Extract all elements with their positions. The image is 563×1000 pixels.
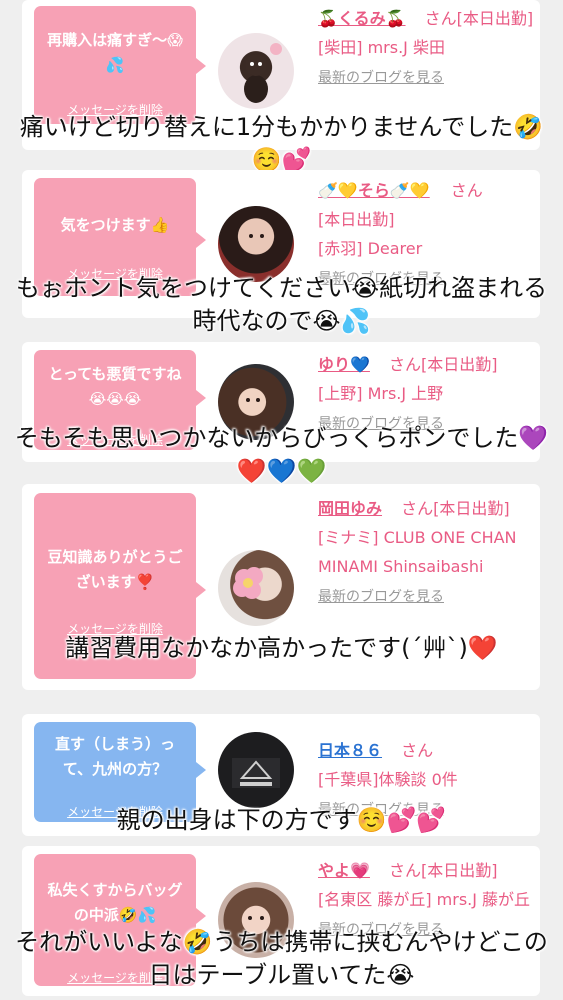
work-status: [本日出勤]: [318, 210, 395, 229]
shop-name[interactable]: [千葉県]体験談 0件: [318, 770, 458, 789]
message-text: 豆知識ありがとうございます❣️: [47, 548, 183, 591]
caption-overlay: 痛いけど切り替えに1分もかかりませんでした🤣☺️💕: [19, 113, 544, 174]
bubble-tail: [196, 582, 206, 598]
tshirt-photo-icon: [232, 758, 280, 788]
caption-overlay: そもそも思いつかないからびっくらポンでした💜❤️💙💚: [14, 424, 549, 485]
dog-photo-icon: [244, 43, 282, 103]
message-text: とっても悪質ですね😭😭😭: [48, 365, 182, 408]
avatar[interactable]: [218, 206, 294, 282]
bubble-tail: [196, 232, 206, 248]
sender-name-link[interactable]: 🍼💛そら🍼💛: [318, 181, 430, 200]
sender-info: 🍒くるみ🍒 さん[本日出勤] [柴田] mrs.J 柴田 最新のブログを見る: [318, 4, 538, 93]
work-status: [本日出勤]: [421, 355, 498, 374]
shop-name[interactable]: [ミナミ] CLUB ONE CHAN MINAMI Shinsaibashi: [318, 528, 517, 576]
sender-name-link[interactable]: 岡田ゆみ: [318, 499, 382, 518]
message-bubble: 再購入は痛すぎ〜😱💦 メッセージを削除: [34, 6, 196, 124]
honorific: さん: [424, 9, 457, 28]
caption-overlay: もぉホント気をつけてください😭紙切れ盗まれる時代なので😭💦: [15, 274, 548, 335]
caption-overlay: それがいいよな🤣うちは携帯に挟むんやけどこの日はテーブル置いてた😭: [15, 928, 548, 989]
honorific: さん: [450, 181, 483, 200]
sender-name-link[interactable]: 日本８６: [318, 741, 382, 760]
bubble-tail: [196, 908, 206, 924]
honorific: さん: [389, 861, 422, 880]
work-status: [本日出勤]: [456, 9, 534, 28]
caption-overlay: 親の出身は下の方です☺️💕💕: [116, 806, 447, 834]
latest-blog-link[interactable]: 最新のブログを見る: [318, 589, 444, 605]
shop-name[interactable]: [赤羽] Dearer: [318, 239, 422, 258]
work-status: [本日出勤]: [433, 499, 510, 518]
shop-name[interactable]: [柴田] mrs.J 柴田: [318, 38, 445, 57]
flower-photo-icon: [233, 567, 263, 599]
bubble-tail: [196, 762, 206, 778]
message-text: 気をつけます👍: [60, 216, 170, 234]
avatar[interactable]: [218, 33, 294, 109]
bubble-tail: [196, 58, 206, 74]
work-status: [本日出勤]: [421, 861, 498, 880]
avatar[interactable]: [218, 550, 294, 626]
message-text: 再購入は痛すぎ〜😱💦: [47, 31, 183, 74]
avatar[interactable]: [218, 732, 294, 808]
sender-name-link[interactable]: ゆり💙: [318, 355, 370, 374]
caption-overlay: 講習費用なかなか高かったです(´艸`)❤️: [65, 634, 498, 662]
latest-blog-link[interactable]: 最新のブログを見る: [318, 70, 444, 86]
shop-name[interactable]: [上野] Mrs.J 上野: [318, 384, 443, 403]
message-text: 私失くすからバッグの中派🤣💦: [47, 881, 183, 924]
honorific: さん: [401, 741, 434, 760]
bubble-tail: [196, 390, 206, 406]
sender-info: 岡田ゆみ さん[本日出勤] [ミナミ] CLUB ONE CHAN MINAMI…: [318, 494, 538, 612]
person-photo-icon: [249, 234, 264, 238]
honorific: さん: [389, 355, 422, 374]
shop-name[interactable]: [名東区 藤が丘] mrs.J 藤が丘: [318, 890, 530, 909]
honorific: さん: [401, 499, 434, 518]
sender-name-link[interactable]: やよ💗: [318, 861, 370, 880]
message-text: 直す（しまう）って、九州の方？: [54, 735, 175, 778]
sender-name-link[interactable]: 🍒くるみ🍒: [318, 9, 406, 28]
